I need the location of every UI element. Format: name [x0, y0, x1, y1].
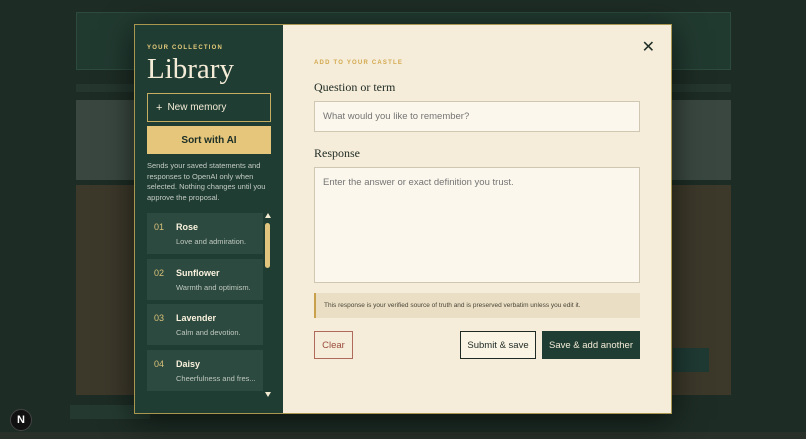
close-icon[interactable]: ✕: [642, 40, 655, 56]
list-item-number: 04: [154, 358, 165, 369]
new-memory-label: New memory: [167, 102, 227, 113]
form-actions: Clear Submit & save Save & add another: [314, 331, 640, 359]
background-footer: [0, 432, 806, 439]
list-item-desc: Love and admiration.: [176, 237, 247, 246]
list-item[interactable]: 01 Rose Love and admiration.: [147, 213, 263, 254]
response-input[interactable]: [314, 167, 640, 283]
library-title: Library: [147, 53, 234, 85]
list-item-name: Sunflower: [176, 267, 220, 278]
list-item[interactable]: 03 Lavender Calm and devotion.: [147, 304, 263, 345]
sort-description: Sends your saved statements and response…: [147, 161, 266, 202]
scroll-up-icon[interactable]: [265, 213, 271, 218]
list-item-name: Daisy: [176, 358, 201, 369]
memory-list-scrollbar[interactable]: [265, 213, 272, 397]
submit-save-button[interactable]: Submit & save: [460, 331, 536, 359]
library-sidebar: YOUR COLLECTION Library + New memory Sor…: [135, 25, 283, 413]
memory-list: 01 Rose Love and admiration. 02 Sunflowe…: [147, 213, 263, 397]
clear-button[interactable]: Clear: [314, 331, 353, 359]
save-add-another-button[interactable]: Save & add another: [542, 331, 640, 359]
list-item-number: 03: [154, 313, 165, 323]
new-memory-button[interactable]: + New memory: [147, 93, 271, 122]
list-item[interactable]: 04 Daisy Cheerfulness and fres...: [147, 349, 263, 391]
list-item-number: 02: [154, 267, 165, 278]
question-label: Question or term: [314, 80, 396, 94]
list-item-desc: Warmth and optimism.: [176, 282, 251, 292]
question-input[interactable]: [314, 101, 640, 132]
sidebar-eyebrow: YOUR COLLECTION: [147, 45, 223, 51]
response-label: Response: [314, 146, 360, 160]
form-eyebrow: ADD TO YOUR CASTLE: [314, 60, 404, 66]
scroll-thumb[interactable]: [265, 223, 270, 268]
plus-icon: +: [156, 101, 163, 114]
verified-note: This response is your verified source of…: [314, 293, 640, 318]
scroll-down-icon[interactable]: [265, 392, 271, 397]
list-item-name: Rose: [176, 222, 199, 232]
list-item-desc: Calm and devotion.: [176, 328, 241, 337]
n-badge-icon[interactable]: N: [10, 409, 32, 431]
add-memory-dialog: YOUR COLLECTION Library + New memory Sor…: [134, 24, 672, 414]
add-memory-form: ✕ ADD TO YOUR CASTLE Question or term Re…: [283, 25, 671, 413]
list-item[interactable]: 02 Sunflower Warmth and optimism.: [147, 258, 263, 300]
list-item-desc: Cheerfulness and fres...: [176, 373, 256, 383]
list-item-number: 01: [154, 222, 165, 232]
list-item-name: Lavender: [176, 313, 217, 323]
background-button: [673, 348, 709, 372]
sort-with-ai-button[interactable]: Sort with AI: [147, 126, 271, 154]
